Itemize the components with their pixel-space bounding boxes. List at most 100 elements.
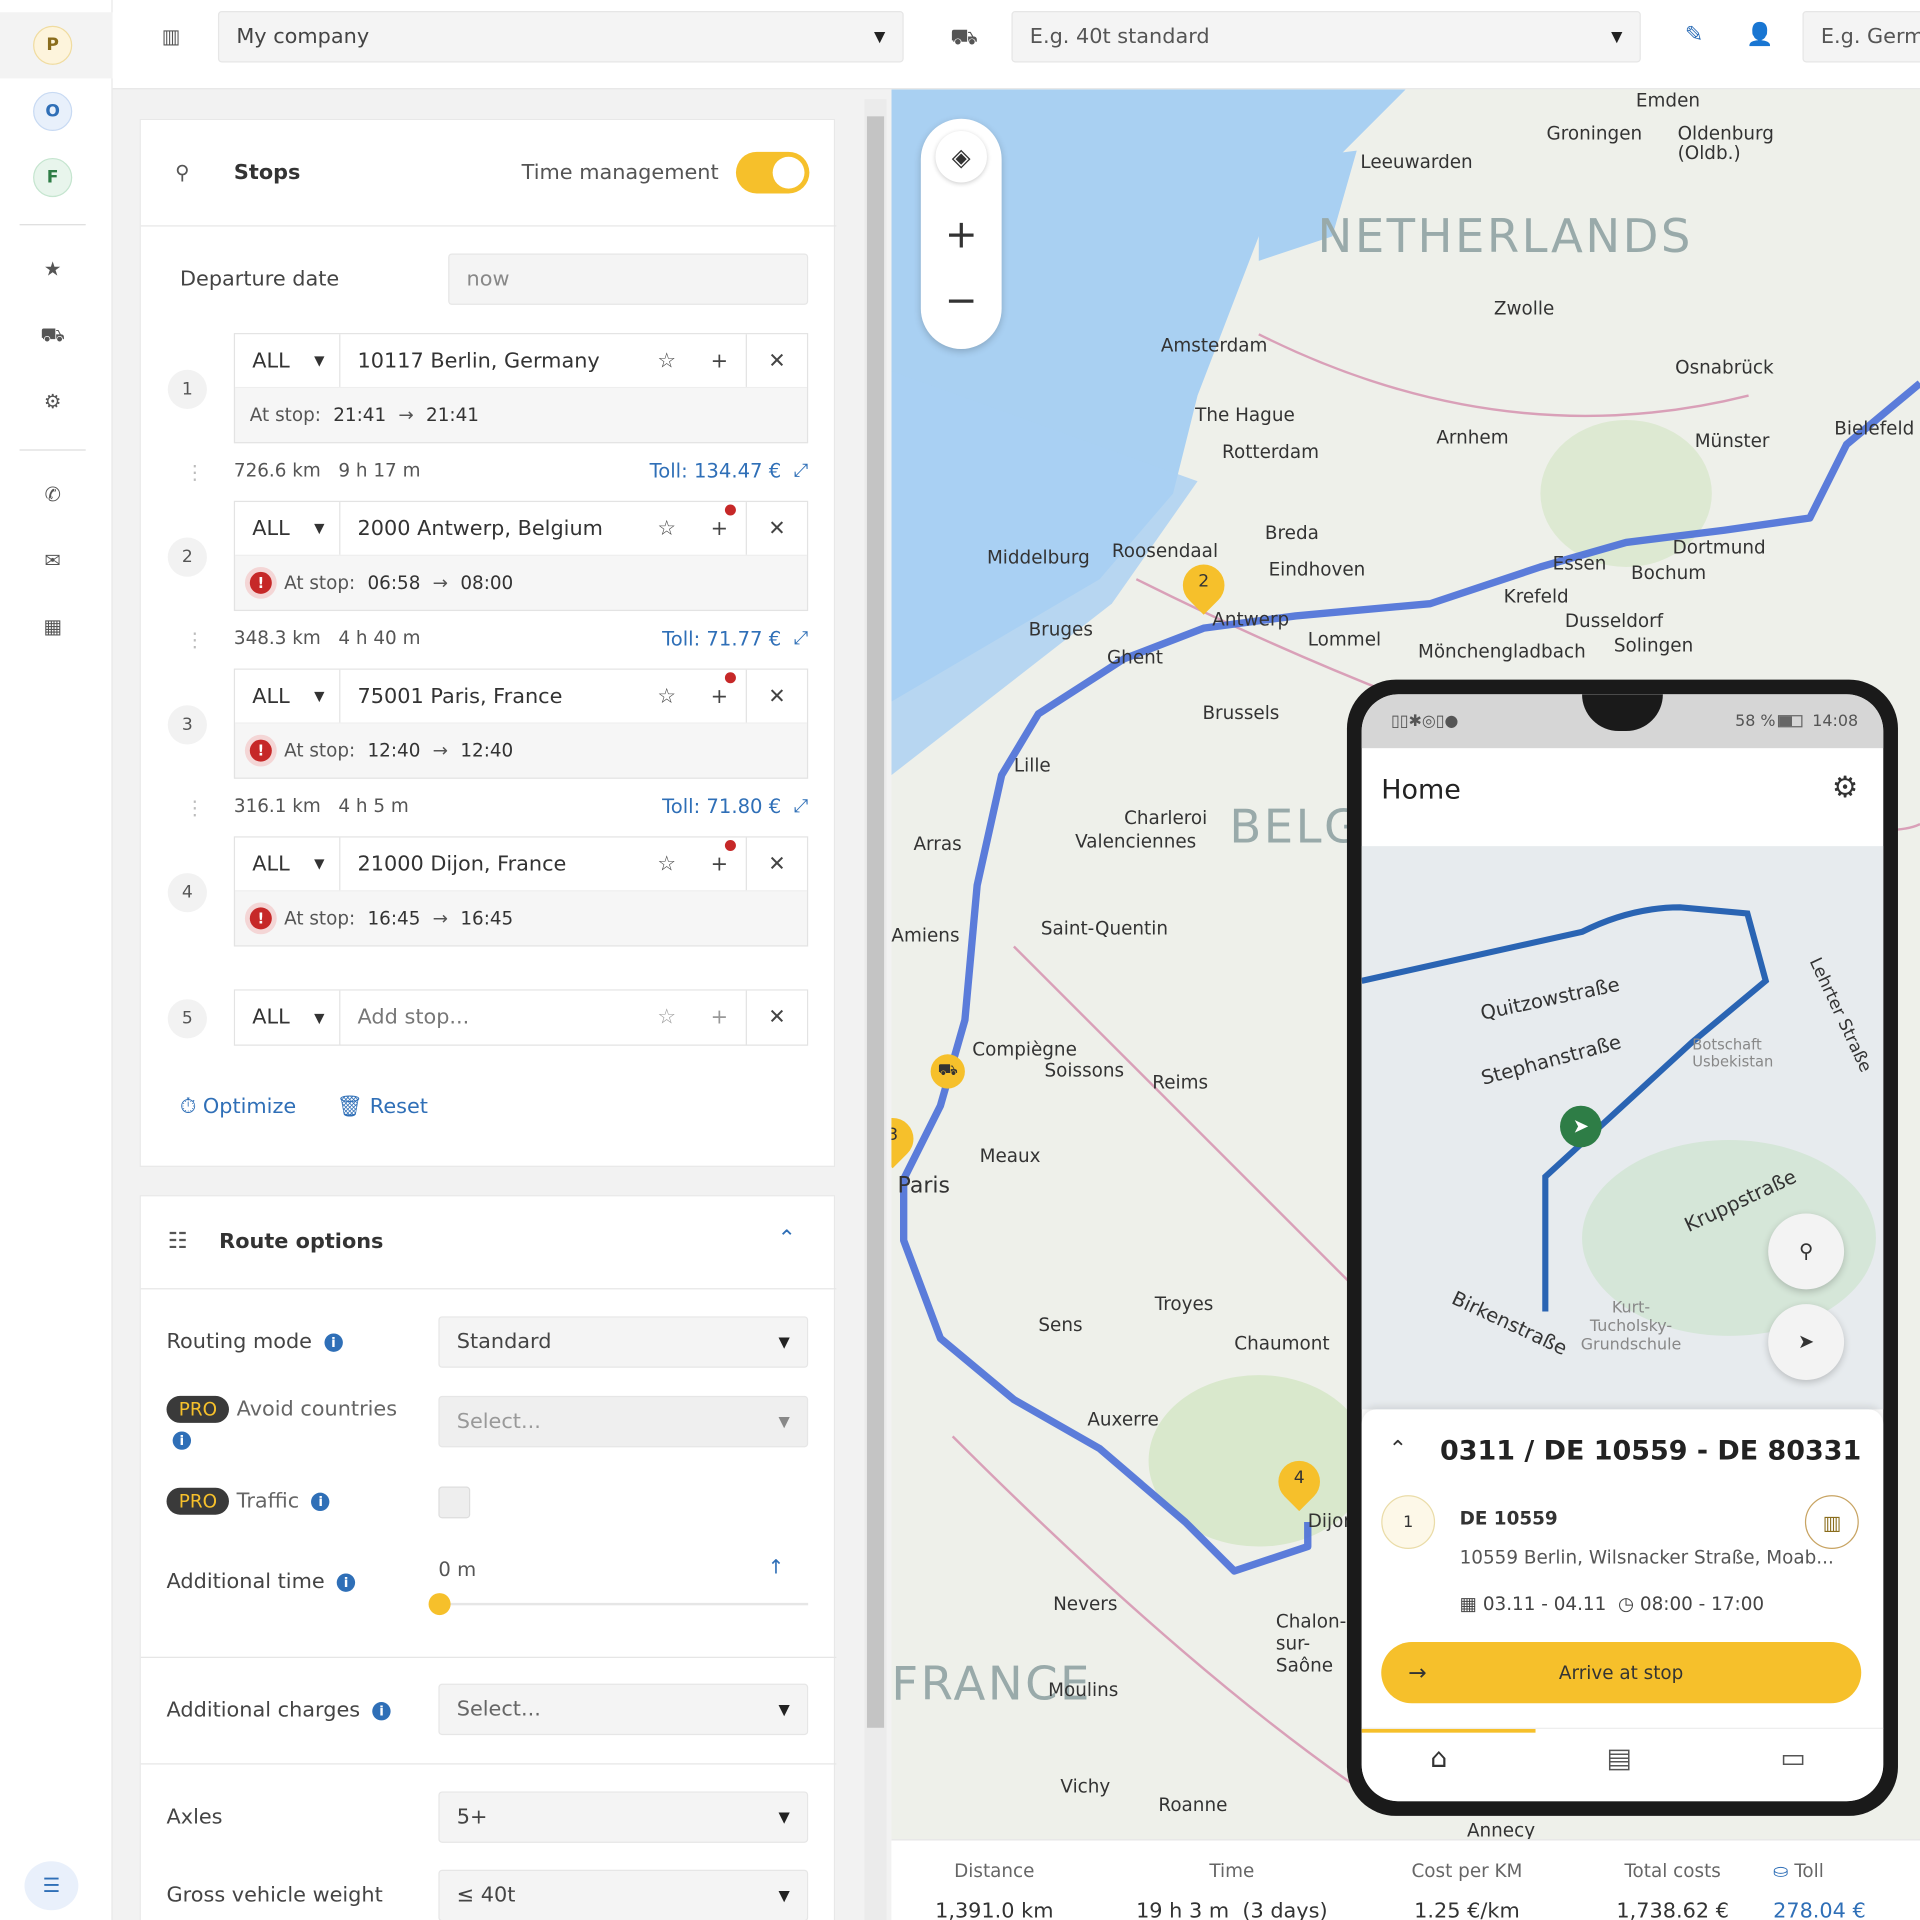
segment-time: 4 h 5 m [338,794,409,817]
city-label: Reims [1152,1071,1209,1094]
locate-button[interactable]: ➤ [1768,1304,1845,1381]
expand-icon[interactable]: ⤢ [793,627,808,650]
company-select[interactable]: My company ▼ [217,11,904,63]
traffic-incident-icon[interactable]: ⛟ [930,1054,965,1089]
plus-icon[interactable]: + [693,334,746,387]
plus-icon[interactable]: + [693,991,746,1045]
navigation-icon: ➤ [1560,1105,1602,1148]
segment-toll[interactable]: Toll: 134.47 € [650,459,782,482]
gear-icon[interactable]: ⚙ [1832,770,1858,804]
gear-icon[interactable]: ⚙ [39,389,66,412]
drag-handle-icon[interactable]: ⋮ [185,796,205,819]
optimize-button[interactable]: ⏱ Optimize [180,1095,296,1119]
film-icon[interactable]: ▦ [39,615,66,638]
close-icon[interactable]: ✕ [745,502,807,555]
star-icon[interactable]: ☆ [640,991,693,1045]
truck-icon[interactable]: ⛟ [39,323,66,349]
filter-select[interactable]: ALL ▼ [235,502,341,555]
zoom-out-button[interactable]: − [921,278,1002,322]
avoid-countries-select[interactable]: Select... ▼ [438,1395,809,1448]
depart-time: 21:41 [426,404,479,427]
plus-icon[interactable]: + [693,502,746,555]
stop-address[interactable]: 10117 Berlin, Germany [340,348,640,372]
driver-select[interactable]: E.g. Germa [1802,11,1920,63]
phone-map[interactable]: Quitzowstraße Stephanstraße Lehrter Stra… [1361,846,1884,1410]
collapse-icon[interactable]: ☰ [24,1861,79,1911]
star-icon[interactable]: ☆ [640,670,693,723]
additional-charges-select[interactable]: Select... ▼ [438,1683,809,1736]
map-controls: ◈ + − [920,118,1002,349]
city-label: Moulins [1048,1678,1119,1701]
person-icon[interactable]: 👤 [1746,22,1773,48]
arrow-up-icon[interactable]: ↑ [768,1555,784,1578]
stat-label: Total costs [1624,1860,1721,1883]
scrollbar[interactable] [864,99,887,1920]
close-icon[interactable]: ✕ [745,837,807,891]
routing-mode-select[interactable]: Standard ▼ [438,1316,809,1368]
close-icon[interactable]: ✕ [745,334,807,387]
filter-select[interactable]: ALL ▼ [235,669,341,723]
vehicle-select[interactable]: E.g. 40t standard ▼ [1011,11,1641,63]
route-map[interactable]: NETHERLANDS BELGI FRANCE Groningen Leeuw… [891,89,1920,1840]
close-icon[interactable]: ✕ [745,669,807,723]
plus-icon[interactable]: + [693,838,746,891]
stat-value[interactable]: 278.04 € [1773,1899,1920,1920]
additional-time-slider[interactable] [428,1593,809,1616]
arrive-time: 12:40 [367,739,421,762]
stop-row-4: ALL ▼ 21000 Dijon, France ☆ + ✕ ! At stop: 16:4… [233,836,809,947]
stop-address[interactable]: 75001 Paris, France [340,684,640,708]
chevron-down-icon: ▼ [874,28,886,46]
info-icon[interactable]: i [172,1431,192,1450]
star-icon[interactable]: ☆ [640,838,693,891]
arrive-at-stop-button[interactable]: → Arrive at stop [1381,1642,1862,1704]
phone-mockup: ▯▯✱◎▯● 58 % 14:08 Home ⚙ Quitzowstraße S… [1346,679,1898,1816]
clipboard-icon[interactable]: ▤ [1607,1744,1632,1775]
poi-label: Botschaft Usbekistan [1692,1035,1774,1071]
layers-icon[interactable]: ◈ [935,131,987,183]
star-icon[interactable]: ★ [39,257,66,280]
avatar-o[interactable]: O [33,91,73,132]
segment-toll[interactable]: Toll: 71.80 € [662,795,781,818]
info-icon[interactable]: i [372,1702,391,1721]
chevron-up-icon[interactable]: ⌃ [1389,1436,1407,1462]
info-icon[interactable]: i [311,1492,330,1512]
filter-select[interactable]: ALL ▼ [235,990,341,1045]
chat-icon[interactable]: ▭ [1780,1744,1805,1775]
stop-row-2: ALL ▼ 2000 Antwerp, Belgium ☆ + ✕ ! At stop: 06… [233,500,809,612]
expand-icon[interactable]: ⤢ [793,459,808,482]
arrive-time: 06:58 [367,571,421,594]
city-label: Bochum [1631,562,1707,585]
reset-button[interactable]: 🗑 Reset [337,1095,428,1119]
zoom-in-button[interactable]: + [921,212,1002,256]
axles-select[interactable]: 5+ ▼ [438,1791,809,1843]
add-stop-input[interactable]: Add stop... [340,1005,640,1029]
chevron-up-icon[interactable]: ⌃ [778,1226,796,1252]
filter-select[interactable]: ALL ▼ [235,334,341,387]
mail-icon[interactable]: ✉ [39,549,66,572]
star-icon[interactable]: ☆ [640,502,693,555]
pencil-icon[interactable]: ✎ [1685,22,1703,48]
gvw-select[interactable]: ≤ 40t ▼ [438,1869,809,1920]
phone-icon[interactable]: ✆ [39,482,66,505]
avatar-p[interactable]: P [33,25,73,65]
traffic-checkbox[interactable] [438,1486,471,1519]
map-icon[interactable]: ▥ [1804,1495,1859,1549]
route-button[interactable]: ⚲ [1768,1213,1845,1290]
filter-select[interactable]: ALL ▼ [235,837,341,891]
avatar-f[interactable]: F [33,157,73,198]
drag-handle-icon[interactable]: ⋮ [185,460,205,483]
drag-handle-icon[interactable]: ⋮ [185,628,205,651]
segment-toll[interactable]: Toll: 71.77 € [662,627,781,650]
home-icon[interactable]: ⌂ [1430,1744,1447,1775]
departure-input[interactable]: now [448,253,809,305]
close-icon[interactable]: ✕ [745,990,807,1045]
stop-address[interactable]: 2000 Antwerp, Belgium [340,516,640,540]
expand-icon[interactable]: ⤢ [793,795,808,818]
plus-icon[interactable]: + [693,670,746,723]
info-icon[interactable]: i [336,1573,356,1592]
star-icon[interactable]: ☆ [640,334,693,387]
phone-nav-bar: ⌂ ▤ ▭ [1361,1727,1884,1802]
stop-address[interactable]: 21000 Dijon, France [340,852,640,876]
info-icon[interactable]: i [324,1333,343,1352]
time-management-toggle[interactable] [735,151,810,194]
